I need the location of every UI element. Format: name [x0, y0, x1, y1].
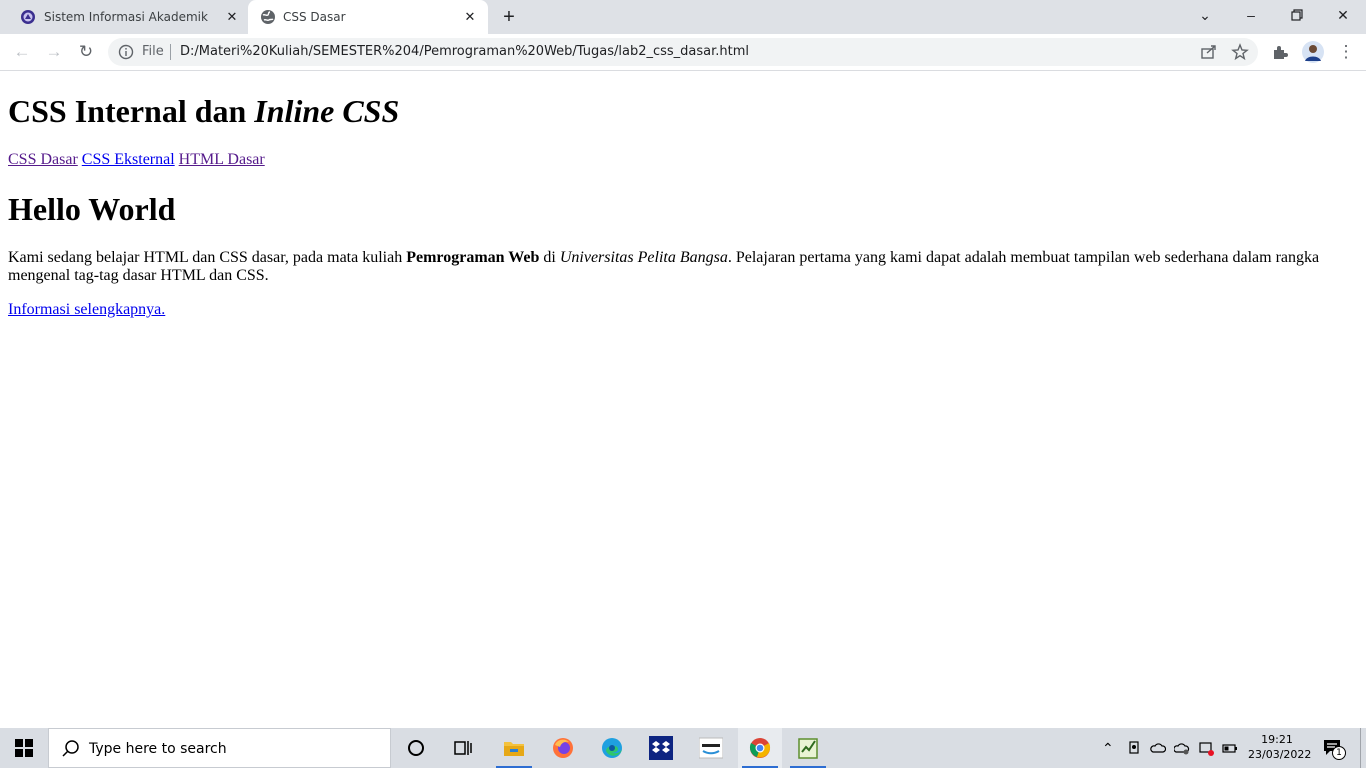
- amazon-icon[interactable]: [689, 728, 733, 768]
- forward-button[interactable]: →: [42, 40, 66, 64]
- task-view-icon[interactable]: [441, 728, 485, 768]
- firefox-icon[interactable]: [541, 728, 585, 768]
- restore-button[interactable]: [1285, 4, 1309, 26]
- meet-now-icon[interactable]: [1127, 740, 1143, 756]
- dropbox-icon[interactable]: [639, 728, 683, 768]
- link-css-dasar[interactable]: CSS Dasar: [8, 151, 78, 168]
- paragraph-text: di: [539, 249, 560, 266]
- paragraph-bold-course: Pemrograman Web: [406, 249, 540, 266]
- bookmark-star-icon[interactable]: [1231, 43, 1249, 61]
- link-html-dasar[interactable]: HTML Dasar: [179, 151, 265, 168]
- chrome-icon[interactable]: [738, 728, 782, 768]
- tray-chevron-up-icon[interactable]: ⌃: [1102, 740, 1118, 756]
- network-status-icon[interactable]: [1198, 740, 1214, 756]
- cortana-icon[interactable]: [394, 728, 438, 768]
- page-heading-italic: Inline CSS: [254, 93, 400, 129]
- minimize-button[interactable]: –: [1239, 4, 1263, 26]
- profile-avatar[interactable]: [1302, 41, 1324, 63]
- paragraph-italic-university: Universitas Pelita Bangsa: [559, 249, 728, 266]
- link-css-eksternal[interactable]: CSS Eksternal: [82, 151, 175, 168]
- tab-title: Sistem Informasi Akademik: [44, 10, 208, 24]
- taskbar-search-box[interactable]: Type here to search: [48, 728, 391, 768]
- tab-strip: Sistem Informasi Akademik ✕ CSS Dasar ✕ …: [0, 0, 1366, 34]
- windows-logo-icon: [15, 739, 33, 757]
- browser-toolbar: ← → ↻ File D:/Materi%20Kuliah/SEMESTER%2…: [0, 34, 1366, 71]
- clock-date: 23/03/2022: [1248, 748, 1312, 761]
- tab-title: CSS Dasar: [283, 10, 346, 24]
- reload-button[interactable]: ↻: [74, 40, 98, 64]
- university-logo-icon: [21, 10, 35, 24]
- page-content: CSS Internal dan Inline CSS CSS Dasar CS…: [0, 71, 1366, 728]
- page-heading-plain: CSS Internal dan: [8, 93, 255, 129]
- windows-taskbar: Type here to search ⌃ 19:21 23/03/2022 1: [0, 728, 1366, 768]
- new-tab-button[interactable]: +: [498, 6, 520, 28]
- onedrive-cloud-icon[interactable]: [1150, 740, 1166, 756]
- extensions-puzzle-icon[interactable]: [1271, 43, 1289, 61]
- search-icon: [62, 740, 79, 757]
- battery-icon[interactable]: [1222, 740, 1238, 756]
- start-button[interactable]: [0, 728, 48, 768]
- close-tab-icon[interactable]: ✕: [462, 9, 478, 25]
- notification-count-badge: 1: [1332, 746, 1346, 760]
- system-clock[interactable]: 19:21 23/03/2022: [1248, 732, 1312, 762]
- edge-icon[interactable]: [590, 728, 634, 768]
- sublime-notepad-icon[interactable]: [786, 728, 830, 768]
- close-window-button[interactable]: ✕: [1331, 4, 1355, 26]
- section-heading: Hello World: [8, 191, 176, 227]
- info-icon[interactable]: [118, 44, 134, 60]
- back-button[interactable]: ←: [10, 40, 34, 64]
- browser-menu-kebab-icon[interactable]: ⋮: [1334, 40, 1358, 64]
- tab-css-dasar[interactable]: CSS Dasar ✕: [248, 0, 488, 34]
- intro-paragraph: Kami sedang belajar HTML dan CSS dasar, …: [8, 249, 1353, 285]
- page-heading: CSS Internal dan Inline CSS: [8, 93, 399, 130]
- tab-sistem-informasi-akademik[interactable]: Sistem Informasi Akademik ✕: [0, 0, 248, 34]
- url-text[interactable]: D:/Materi%20Kuliah/SEMESTER%204/Pemrogra…: [180, 44, 749, 59]
- nav-links: CSS Dasar CSS Eksternal HTML Dasar: [8, 151, 265, 169]
- paragraph-text: Kami sedang belajar HTML dan CSS dasar, …: [8, 249, 407, 266]
- share-icon[interactable]: [1200, 43, 1218, 61]
- tab-search-chevron-icon[interactable]: ⌄: [1193, 4, 1217, 26]
- close-tab-icon[interactable]: ✕: [224, 9, 240, 25]
- clock-time: 19:21: [1261, 733, 1293, 746]
- globe-icon: [261, 10, 275, 24]
- scheme-label: File: [142, 44, 164, 59]
- action-center-button[interactable]: 1: [1320, 738, 1346, 760]
- show-desktop-button[interactable]: [1360, 728, 1361, 768]
- search-placeholder: Type here to search: [89, 741, 227, 757]
- address-bar[interactable]: File D:/Materi%20Kuliah/SEMESTER%204/Pem…: [108, 38, 1258, 66]
- more-info-link[interactable]: Informasi selengkapnya.: [8, 301, 165, 319]
- network-cloud-icon[interactable]: [1174, 740, 1190, 756]
- omnibox-divider: [170, 44, 171, 60]
- file-explorer-icon[interactable]: [492, 728, 536, 768]
